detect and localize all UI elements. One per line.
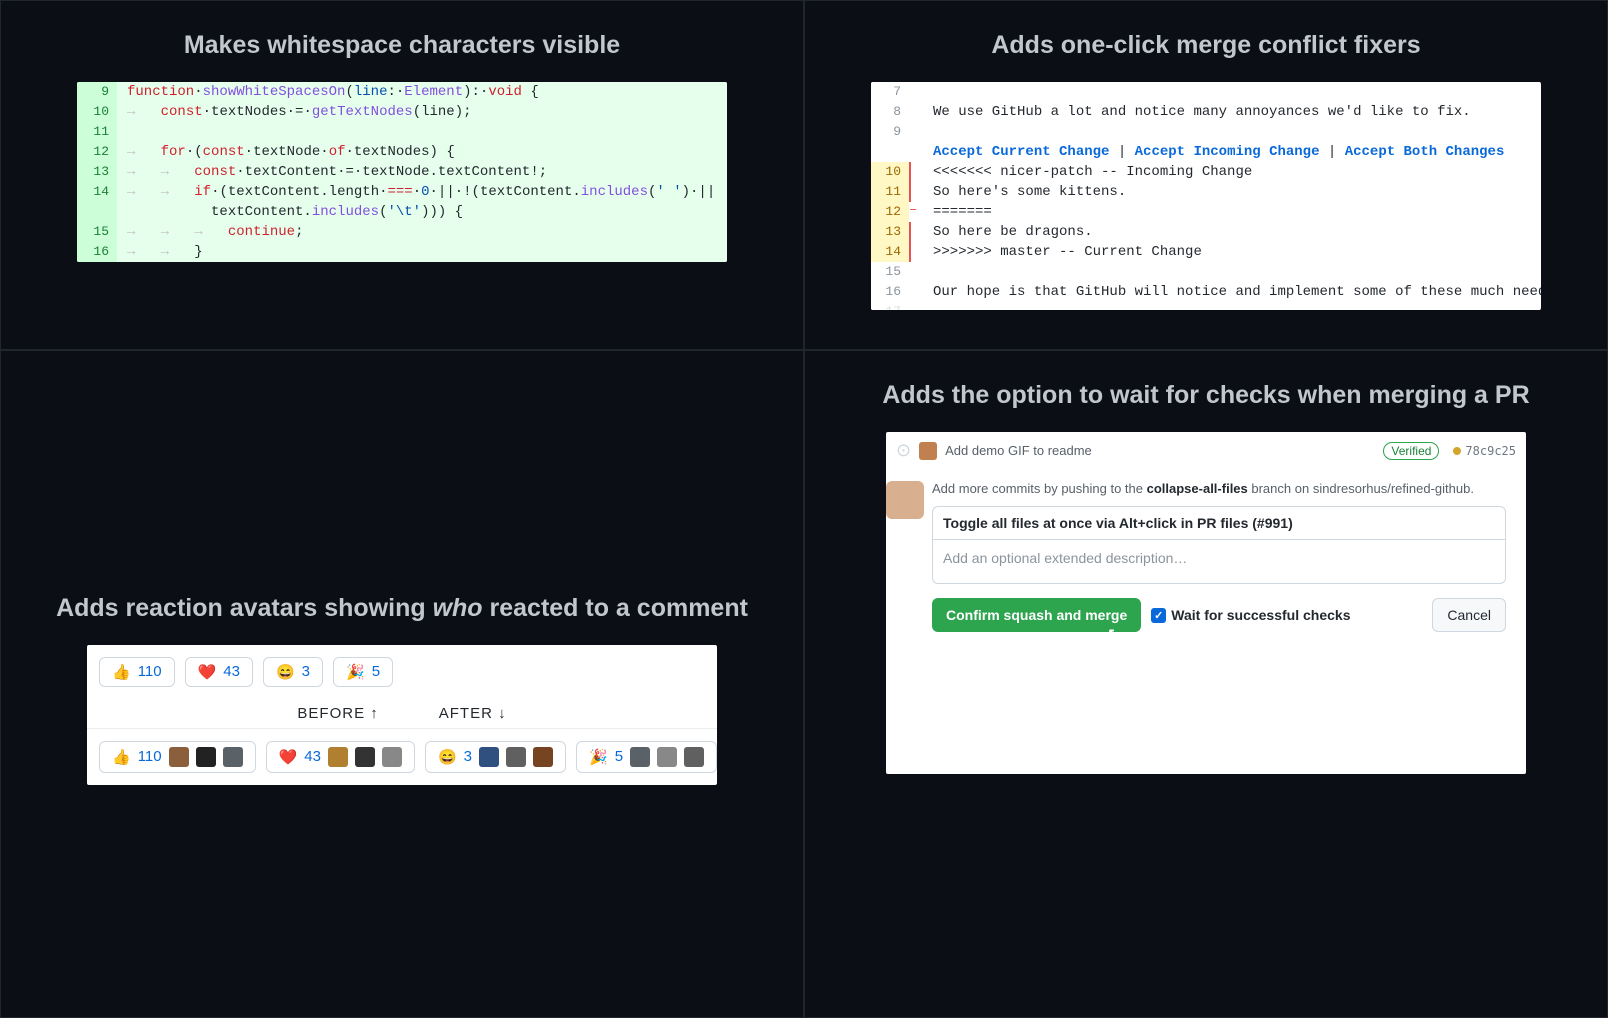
feature-title: Adds one-click merge conflict fixers xyxy=(991,31,1420,60)
reaction-party[interactable]: 🎉 5 xyxy=(333,657,393,687)
line-number xyxy=(77,202,117,222)
reaction-thumbs[interactable]: 👍 110 xyxy=(99,657,175,687)
line-number: 9 xyxy=(77,82,117,102)
accept-both-link[interactable]: Accept Both Changes xyxy=(1345,144,1505,160)
diff-line: So here be dragons. xyxy=(921,222,1541,242)
reaction-heart[interactable]: ❤️ 43 xyxy=(185,657,253,687)
feature-whitespace: Makes whitespace characters visible 9fun… xyxy=(0,0,804,350)
reactions-before-row: 👍 110 ❤️ 43 😄 3 🎉 5 xyxy=(87,645,717,699)
avatar-icon xyxy=(886,481,924,519)
code-line: textContent.includes('\t'))) { xyxy=(117,202,473,222)
conflict-diff: 7 8We use GitHub a lot and notice many a… xyxy=(871,82,1541,310)
commit-message: Add demo GIF to readme xyxy=(945,443,1375,458)
feature-reaction-avatars: Adds reaction avatars showing who reacte… xyxy=(0,350,804,1018)
avatar-icon xyxy=(328,747,348,767)
reaction-party[interactable]: 🎉 5 xyxy=(576,741,717,773)
diff-line xyxy=(921,122,1541,142)
accept-current-link[interactable]: Accept Current Change xyxy=(933,144,1109,160)
line-number: 15 xyxy=(77,222,117,242)
line-number: 13 xyxy=(77,162,117,182)
diff-line xyxy=(921,82,1541,102)
conflict-marker: ======= xyxy=(921,202,1541,222)
timeline-dot-icon: ⊙ xyxy=(896,440,911,461)
merge-title-input[interactable]: Toggle all files at once via Alt+click i… xyxy=(932,506,1506,540)
verified-badge: Verified xyxy=(1383,442,1439,460)
confirm-merge-button[interactable]: Confirm squash and merge↖ xyxy=(932,598,1141,632)
commit-sha[interactable]: 78c9c25 xyxy=(1453,444,1516,458)
avatar-icon xyxy=(533,747,553,767)
code-diff-viewer: 9function·showWhiteSpacesOn(line:·Elemen… xyxy=(77,82,727,262)
feature-wait-for-checks: Adds the option to wait for checks when … xyxy=(804,350,1608,1018)
checkbox-checked-icon: ✓ xyxy=(1151,608,1166,623)
status-pending-icon xyxy=(1453,447,1461,455)
diff-line xyxy=(921,262,1541,282)
code-line: → const·textNodes·=·getTextNodes(line); xyxy=(117,102,482,122)
before-label: BEFORE ↑ xyxy=(297,705,378,722)
diff-line: Our hope is that GitHub will notice and … xyxy=(921,282,1541,302)
reactions-compare: 👍 110 ❤️ 43 😄 3 🎉 5 BEFORE ↑ AFTER ↓ 👍 1… xyxy=(87,645,717,785)
avatar-icon xyxy=(355,747,375,767)
reactions-after-row: 👍 110 ❤️ 43 😄 3 🎉 5 xyxy=(87,728,717,785)
merge-panel: ⊙ Add demo GIF to readme Verified 78c9c2… xyxy=(886,432,1526,774)
code-line: function·showWhiteSpacesOn(line:·Element… xyxy=(117,82,549,102)
cancel-button[interactable]: Cancel xyxy=(1432,598,1506,632)
avatar-icon xyxy=(657,747,677,767)
merge-desc-input[interactable]: Add an optional extended description… xyxy=(932,540,1506,584)
avatar-icon xyxy=(223,747,243,767)
line-number: 11 xyxy=(77,122,117,142)
avatar-icon xyxy=(684,747,704,767)
commit-header: ⊙ Add demo GIF to readme Verified 78c9c2… xyxy=(886,432,1526,469)
diff-line: So here's some kittens. xyxy=(921,182,1541,202)
code-line xyxy=(117,122,145,142)
conflict-marker: >>>>>>> master -- Current Change xyxy=(921,242,1541,262)
avatar-icon xyxy=(919,442,937,460)
code-line: → → if·(textContent.length·===·0·||·!(te… xyxy=(117,182,725,202)
avatar-icon xyxy=(479,747,499,767)
diff-line: We use GitHub a lot and notice many anno… xyxy=(921,102,1541,122)
reaction-heart[interactable]: ❤️ 43 xyxy=(266,741,415,773)
accept-incoming-link[interactable]: Accept Incoming Change xyxy=(1135,144,1320,160)
avatar-icon xyxy=(169,747,189,767)
after-label: AFTER ↓ xyxy=(439,705,507,722)
push-hint: Add more commits by pushing to the colla… xyxy=(932,481,1506,496)
feature-title: Makes whitespace characters visible xyxy=(184,31,620,60)
avatar-icon xyxy=(630,747,650,767)
avatar-icon xyxy=(382,747,402,767)
code-line: → → } xyxy=(117,242,213,262)
code-line: → for·(const·textNode·of·textNodes) { xyxy=(117,142,465,162)
feature-title: Adds reaction avatars showing who reacte… xyxy=(56,594,748,623)
code-line: → → → continue; xyxy=(117,222,314,242)
line-number: 12 xyxy=(77,142,117,162)
avatar-icon xyxy=(196,747,216,767)
reaction-laugh[interactable]: 😄 3 xyxy=(263,657,323,687)
line-number: 16 xyxy=(77,242,117,262)
avatar-icon xyxy=(506,747,526,767)
cursor-icon: ↖ xyxy=(1108,625,1120,642)
compare-labels: BEFORE ↑ AFTER ↓ xyxy=(87,699,717,728)
feature-conflict-fixers: Adds one-click merge conflict fixers 7 8… xyxy=(804,0,1608,350)
reaction-thumbs[interactable]: 👍 110 xyxy=(99,741,256,773)
feature-title: Adds the option to wait for checks when … xyxy=(882,381,1529,410)
code-line: → → const·textContent·=·textNode.textCon… xyxy=(117,162,557,182)
line-number: 10 xyxy=(77,102,117,122)
reaction-laugh[interactable]: 😄 3 xyxy=(425,741,566,773)
conflict-marker: <<<<<<< nicer-patch -- Incoming Change xyxy=(921,162,1541,182)
wait-checks-checkbox[interactable]: ✓Wait for successful checks xyxy=(1151,607,1350,623)
conflict-actions: Accept Current Change | Accept Incoming … xyxy=(921,142,1541,162)
line-number: 14 xyxy=(77,182,117,202)
